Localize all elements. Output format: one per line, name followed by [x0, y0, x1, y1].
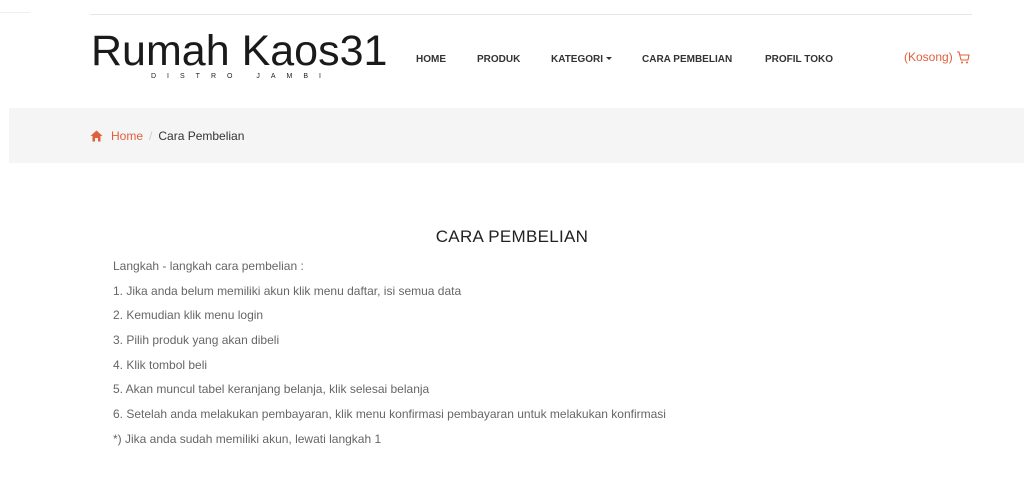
steps-intro: Langkah - langkah cara pembelian :: [113, 259, 304, 273]
breadcrumb-separator: /: [149, 129, 153, 143]
cart-icon: [956, 51, 970, 64]
caret-down-icon: [606, 57, 613, 60]
step-item: 4. Klik tombol beli: [113, 357, 208, 372]
nav-home[interactable]: HOME: [416, 54, 446, 65]
purchase-steps: Langkah - langkah cara pembelian : 1. Ji…: [113, 260, 666, 458]
step-item: 5. Akan muncul tabel keranjang belanja, …: [113, 382, 430, 397]
breadcrumb-home-label: Home: [111, 129, 144, 143]
step-item: 3. Pilih produk yang akan dibeli: [113, 333, 280, 348]
nav-kategori[interactable]: KATEGORI: [551, 54, 613, 65]
step-item: 1. Jika anda belum memiliki akun klik me…: [113, 283, 462, 298]
site-logo[interactable]: Rumah Kaos31 DISTRO JAMBI: [91, 27, 388, 81]
step-item: 6. Setelah anda melakukan pembayaran, kl…: [113, 407, 666, 422]
step-item: 2. Kemudian klik menu login: [113, 308, 264, 323]
top-divider-left: [0, 12, 30, 13]
nav-produk[interactable]: PRODUK: [477, 54, 520, 65]
breadcrumb-home-link[interactable]: Home: [90, 129, 143, 143]
breadcrumb-current: Cara Pembelian: [158, 129, 245, 143]
cart-button[interactable]: (Kosong): [904, 50, 970, 64]
top-divider: [90, 14, 972, 15]
steps-note: *) Jika anda sudah memiliki akun, lewati…: [113, 431, 382, 446]
logo-subtitle: DISTRO JAMBI: [151, 73, 333, 80]
nav-kategori-label: KATEGORI: [551, 54, 604, 65]
logo-title: Rumah Kaos31: [91, 27, 388, 75]
nav-profil-toko[interactable]: PROFIL TOKO: [765, 54, 833, 65]
nav-cara-pembelian[interactable]: CARA PEMBELIAN: [642, 54, 732, 65]
breadcrumb: Home / Cara Pembelian: [9, 108, 1024, 163]
home-icon: [90, 130, 103, 142]
page-title: CARA PEMBELIAN: [435, 227, 589, 246]
cart-label: (Kosong): [904, 50, 953, 64]
